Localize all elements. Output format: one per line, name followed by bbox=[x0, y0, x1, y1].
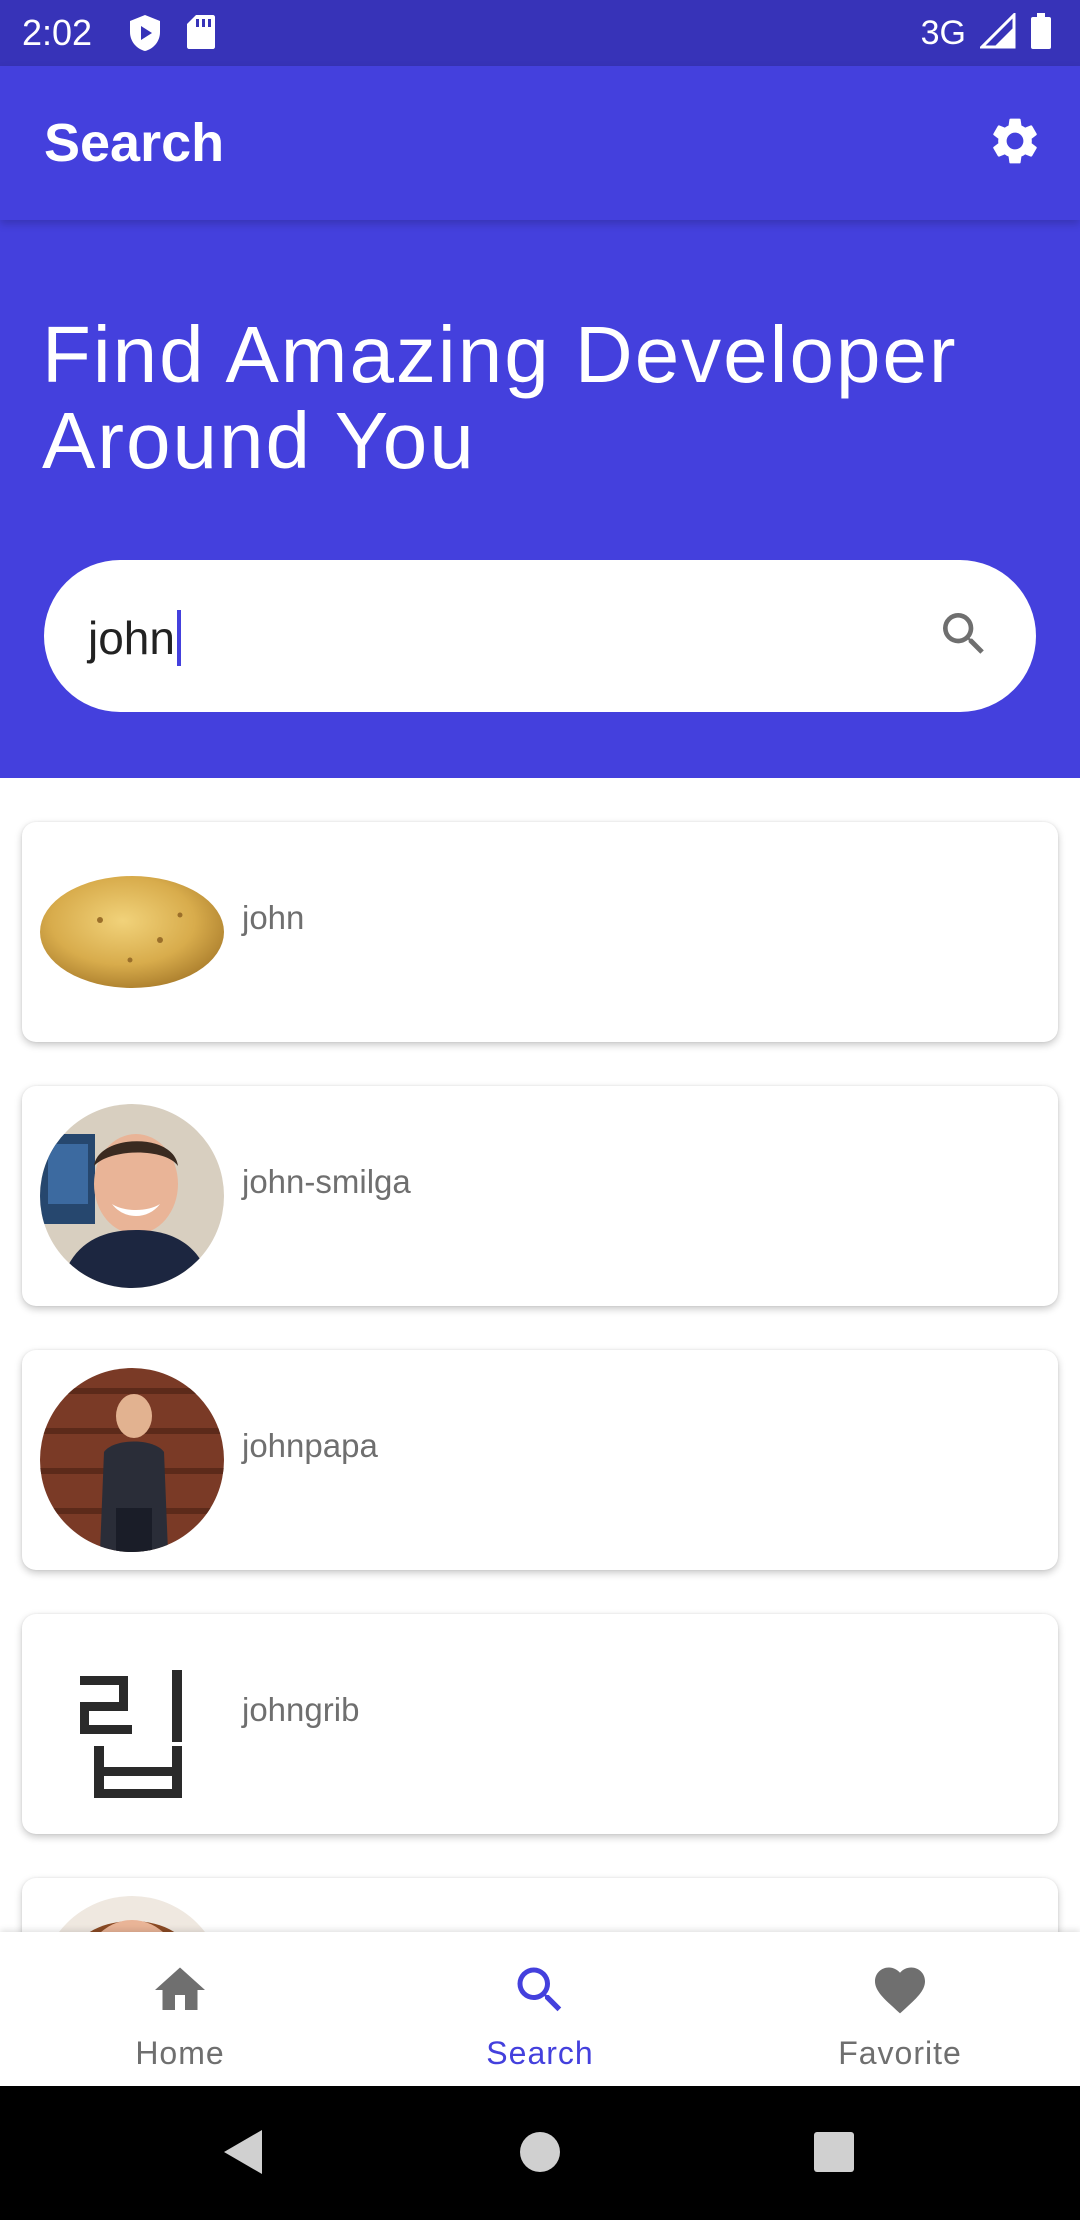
search-input[interactable]: john bbox=[88, 610, 181, 666]
list-item[interactable]: johnpapa bbox=[22, 1350, 1058, 1570]
search-icon bbox=[510, 1960, 570, 2025]
avatar bbox=[40, 1368, 224, 1552]
username: johnpapa bbox=[242, 1427, 378, 1464]
status-bar: 2:02 3G bbox=[0, 0, 1080, 66]
hero-section: Find Amazing Developer Around You john bbox=[0, 220, 1080, 778]
settings-button[interactable] bbox=[984, 112, 1046, 174]
username: johngrib bbox=[242, 1691, 360, 1728]
back-button[interactable] bbox=[210, 2122, 274, 2186]
nav-item-home[interactable]: Home bbox=[0, 1932, 360, 2086]
search-box[interactable]: john bbox=[44, 560, 1036, 712]
avatar bbox=[40, 1896, 224, 1932]
list-item[interactable] bbox=[22, 1878, 1058, 1932]
home-icon bbox=[150, 1960, 210, 2025]
nav-label-favorite: Favorite bbox=[838, 2035, 962, 2071]
status-left-icons bbox=[128, 14, 216, 57]
list-item[interactable]: johngrib bbox=[22, 1614, 1058, 1834]
gear-icon bbox=[987, 113, 1043, 174]
avatar bbox=[40, 1632, 224, 1816]
avatar bbox=[40, 1104, 224, 1288]
results-list[interactable]: john john-smilga johnpapa johngrib bbox=[0, 778, 1080, 1932]
play-protect-icon bbox=[128, 14, 162, 57]
username: john-smilga bbox=[242, 1163, 411, 1200]
nav-label-home: Home bbox=[135, 2035, 225, 2071]
home-circle-icon bbox=[518, 2130, 562, 2179]
back-triangle-icon bbox=[218, 2126, 266, 2183]
search-button[interactable] bbox=[932, 604, 996, 668]
recents-square-icon bbox=[812, 2130, 856, 2179]
nav-label-search: Search bbox=[486, 2035, 594, 2071]
recents-button[interactable] bbox=[802, 2122, 866, 2186]
home-system-button[interactable] bbox=[508, 2122, 572, 2186]
username: john bbox=[242, 899, 305, 936]
signal-icon bbox=[978, 10, 1016, 54]
list-item[interactable]: john-smilga bbox=[22, 1086, 1058, 1306]
page-title: Search bbox=[44, 113, 225, 173]
status-right: 3G bbox=[920, 10, 1052, 54]
bottom-navigation: Home Search Favorite bbox=[0, 1932, 1080, 2086]
list-item[interactable]: john bbox=[22, 822, 1058, 1042]
hero-title: Find Amazing Developer Around You bbox=[42, 310, 958, 485]
nav-item-favorite[interactable]: Favorite bbox=[720, 1932, 1080, 2086]
network-type: 3G bbox=[920, 14, 966, 52]
sd-card-icon bbox=[186, 14, 216, 57]
avatar bbox=[40, 840, 224, 1024]
status-time: 2:02 bbox=[22, 12, 93, 53]
battery-icon bbox=[1030, 12, 1052, 54]
nav-item-search[interactable]: Search bbox=[360, 1932, 720, 2086]
system-navigation-bar bbox=[0, 2086, 1080, 2220]
search-input-value: john bbox=[88, 612, 175, 664]
text-cursor bbox=[176, 610, 181, 666]
heart-icon bbox=[870, 1960, 930, 2025]
app-bar: Search bbox=[0, 66, 1080, 220]
search-icon bbox=[936, 606, 992, 667]
